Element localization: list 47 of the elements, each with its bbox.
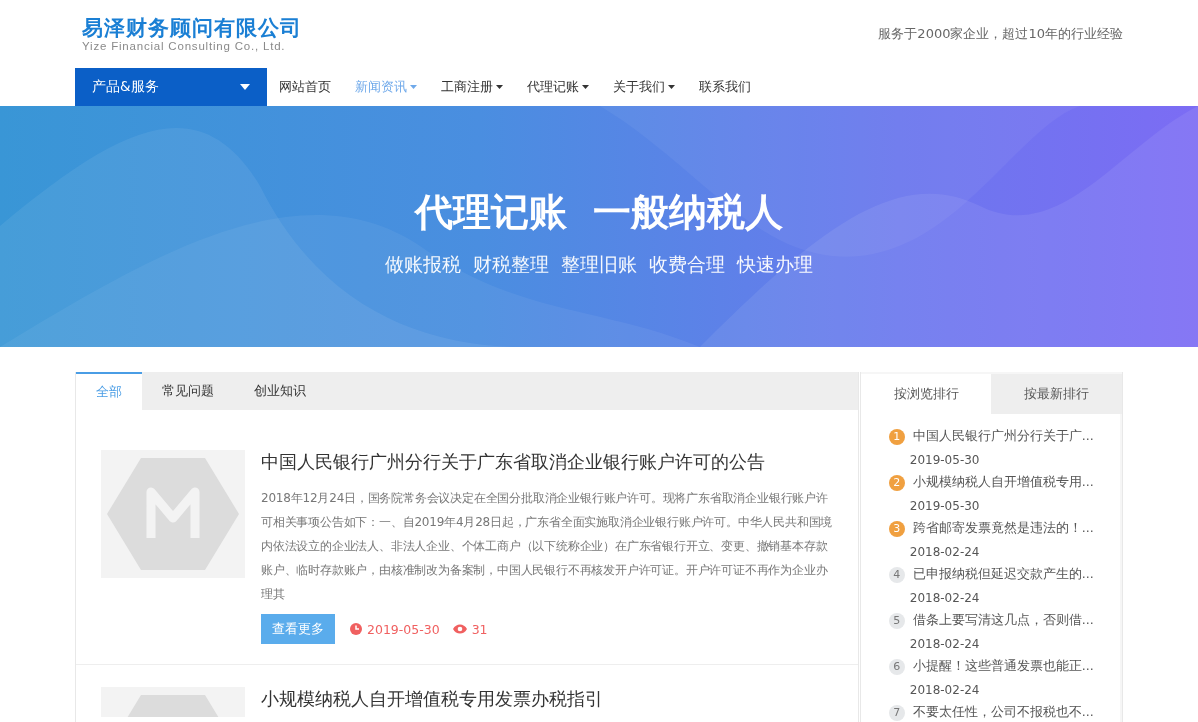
ranking-link[interactable]: 小规模纳税人自开增值税专用... — [912, 474, 1094, 491]
rank-badge: 7 — [888, 704, 905, 721]
rank-badge: 3 — [888, 520, 905, 537]
ranking-date: 2018-02-24 — [909, 637, 981, 651]
article-summary: 2018年12月24日，国务院常务会议决定在全国分批取消企业银行账户许可。现将广东省取消企业银行账户许可相关事项公告如下：一、自2019年4月28日起，广东省全面实施取消企业银行账户许可。中华人民共和国境内依法设立的企业法人、非法人企业、个体工商户（以下统称企业）在广东省银行开立、变更、撤销基本存款账户、临时存款账户，由核准制改为备案制，中国人民银行不再核发开户许可证。开户许可证不再作为企业办理其 — [261, 490, 834, 603]
company-name: 易泽财务顾问有限公司 — [82, 16, 302, 40]
caret-icon — [410, 85, 417, 89]
ranking-link[interactable]: 借条上要写清这几点，否则借... — [912, 612, 1094, 629]
ranking-link[interactable]: 中国人民银行广州分行关于广... — [912, 428, 1094, 445]
nav-link[interactable]: 网站首页 — [267, 78, 343, 96]
nav-link[interactable]: 代理记账 — [515, 78, 601, 96]
ranking-link[interactable]: 不要太任性，公司不报税也不... — [912, 704, 1094, 721]
nav-link[interactable]: 工商注册 — [429, 78, 515, 96]
nav-link[interactable]: 关于我们 — [601, 78, 687, 96]
rank-badge: 2 — [888, 474, 905, 491]
category-tab[interactable]: 常见问题 — [142, 372, 234, 410]
rank-badge: 1 — [888, 428, 905, 445]
rank-badge: 4 — [888, 566, 905, 583]
nav-link[interactable]: 联系我们 — [687, 78, 763, 96]
banner-title: 代理记账 一般纳税人 — [414, 189, 784, 236]
caret-icon — [582, 85, 589, 89]
ranking-tab[interactable]: 按浏览排行 — [860, 374, 992, 414]
products-menu-button[interactable]: 产品&服务 — [75, 68, 267, 106]
ranking-link[interactable]: 跨省邮寄发票竟然是违法的！... — [912, 520, 1094, 537]
banner-subtitle: 做账报税 财税整理 整理旧账 收费合理 快速办理 — [384, 252, 814, 277]
rank-badge: 6 — [888, 658, 905, 675]
caret-icon — [240, 84, 250, 90]
caret-icon — [668, 85, 675, 89]
company-name-english: Yize Financial Consulting Co., Ltd. — [82, 40, 287, 52]
view-count: 31 — [471, 621, 488, 637]
article-date: 2019-05-30 — [367, 621, 440, 637]
ranking-date: 2019-05-30 — [909, 453, 981, 467]
category-tab[interactable]: 创业知识 — [234, 372, 326, 410]
slogan: 服务于2000家企业，超过10年的行业经验 — [878, 25, 1123, 43]
ranking-link[interactable]: 已申报纳税但延迟交款产生的... — [912, 566, 1094, 583]
ranking-date: 2018-02-24 — [909, 591, 981, 605]
rank-badge: 5 — [888, 612, 905, 629]
caret-icon — [496, 85, 503, 89]
clock-icon — [350, 623, 362, 635]
article-title[interactable]: 中国人民银行广州分行关于广东省取消企业银行账户许可的公告 — [261, 450, 834, 474]
ranking-tab[interactable]: 按最新排行 — [991, 374, 1122, 414]
eye-icon — [452, 624, 467, 634]
ranking-date: 2018-02-24 — [909, 683, 981, 697]
article-title[interactable]: 小规模纳税人自开增值税专用发票办税指引 — [261, 687, 834, 711]
ranking-date: 2019-05-30 — [909, 499, 981, 513]
ranking-link[interactable]: 小提醒！这些普通发票也能正... — [912, 658, 1094, 675]
ranking-date: 2018-02-24 — [909, 545, 981, 559]
